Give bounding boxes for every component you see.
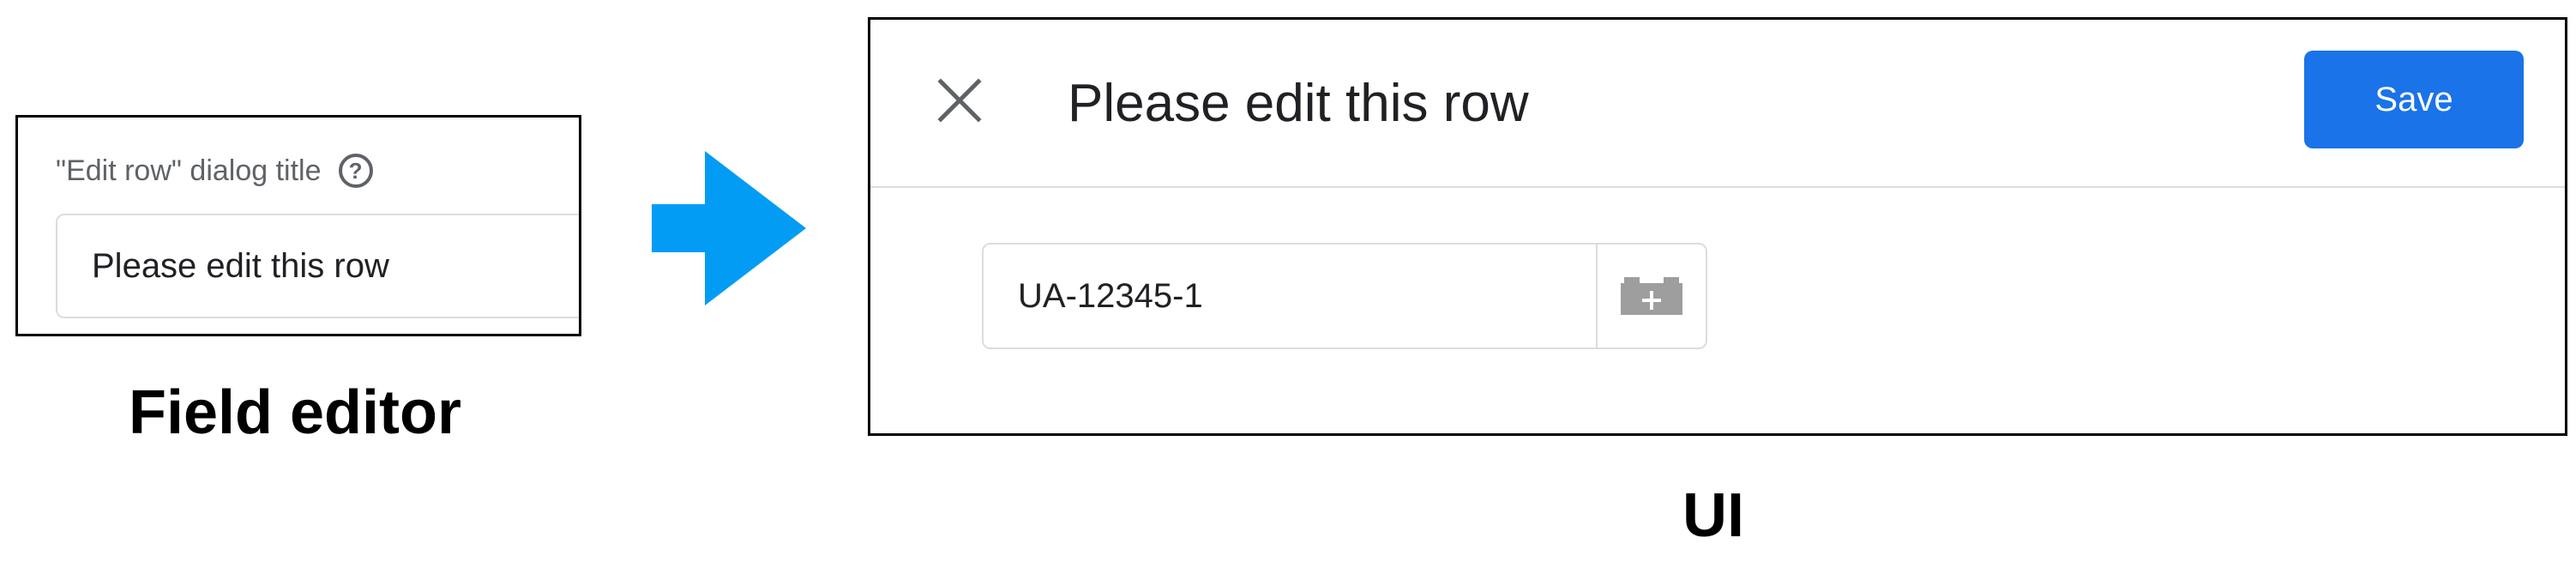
close-icon[interactable]: [936, 76, 984, 124]
row-value-input[interactable]: [984, 245, 1596, 347]
dialog-title-field[interactable]: Please edit this row: [56, 214, 579, 318]
help-icon[interactable]: ?: [338, 154, 373, 188]
dialog-header: Please edit this row Save: [870, 20, 2565, 188]
arrow-right-icon: [652, 151, 806, 305]
ui-caption: UI: [1682, 481, 1744, 550]
row-input-group: [982, 243, 1707, 349]
field-editor-caption: Field editor: [129, 378, 462, 447]
variable-picker-button[interactable]: [1596, 245, 1706, 347]
field-label-row: "Edit row" dialog title ?: [56, 154, 373, 188]
field-editor-panel: "Edit row" dialog title ? Please edit th…: [15, 115, 581, 336]
edit-row-dialog: Please edit this row Save: [868, 17, 2567, 436]
field-label: "Edit row" dialog title: [56, 154, 322, 187]
dialog-title: Please edit this row: [1068, 74, 1529, 133]
save-button[interactable]: Save: [2304, 51, 2524, 148]
variable-plus-icon: [1621, 277, 1682, 315]
